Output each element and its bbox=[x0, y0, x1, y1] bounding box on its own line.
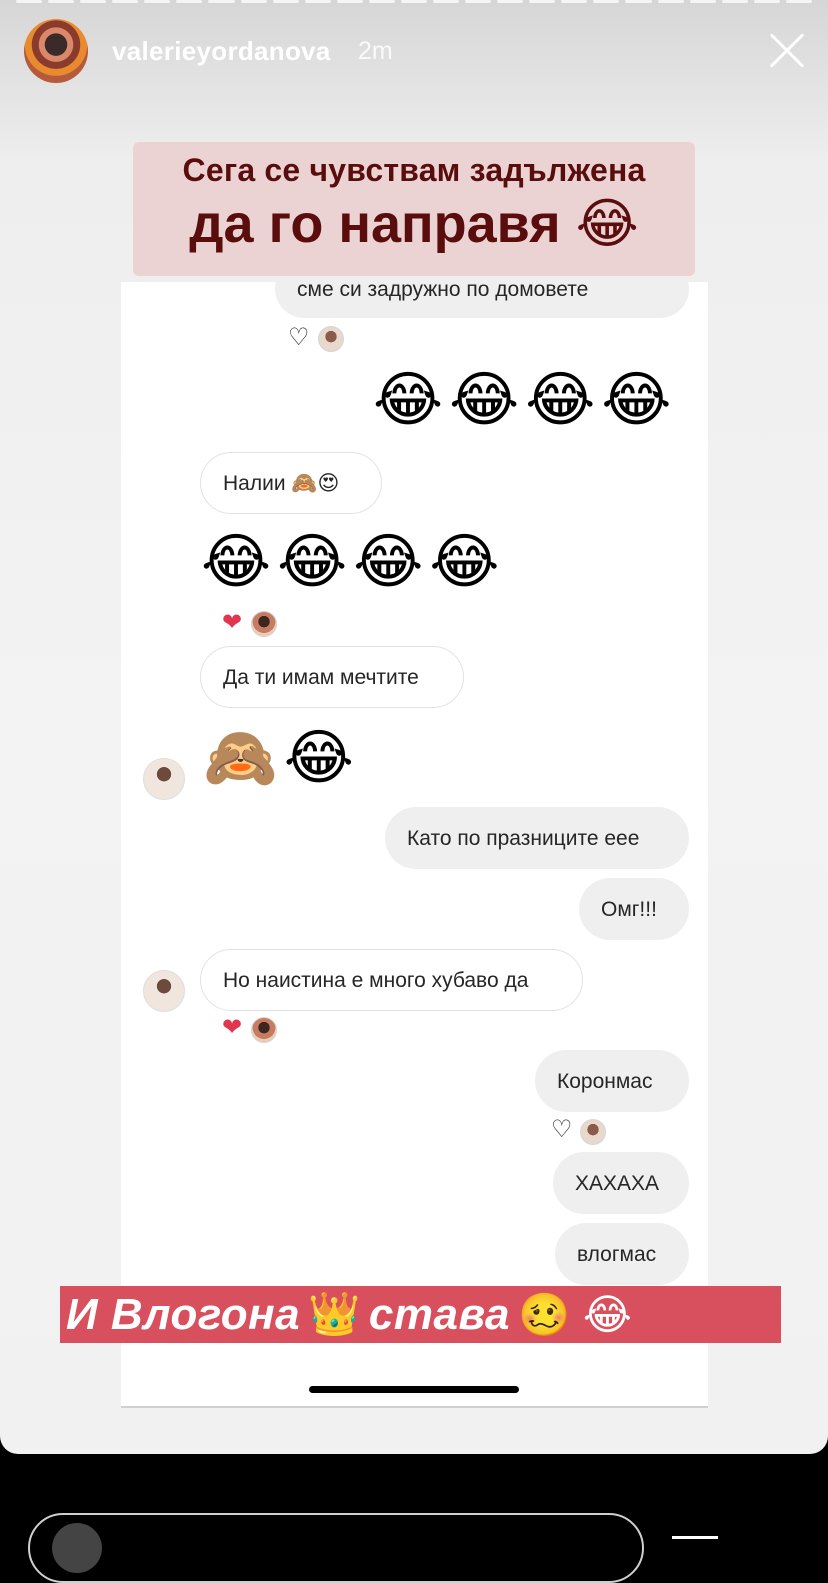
progress-segment bbox=[336, 0, 363, 3]
bottom-text-sticker: И Влогона 👑 става 🥴 😂 bbox=[60, 1286, 781, 1343]
message-incoming: Налии 🙈😍 bbox=[200, 452, 382, 514]
reaction-avatar bbox=[318, 326, 344, 352]
profile-username[interactable]: valerieyordanova bbox=[112, 36, 331, 67]
story-progress-bar bbox=[16, 0, 812, 4]
progress-segment bbox=[304, 0, 331, 3]
reply-input[interactable] bbox=[28, 1513, 644, 1583]
progress-segment bbox=[176, 0, 203, 3]
emoji-message-incoming: 😂😂😂😂 bbox=[201, 528, 506, 595]
message-outgoing: ХАХАХА bbox=[553, 1152, 689, 1214]
progress-segment bbox=[368, 0, 395, 3]
bottom-sticker-text2: става bbox=[368, 1289, 510, 1339]
top-text-sticker: Сега се чувствам задължена да го направя… bbox=[133, 142, 695, 276]
progress-segment bbox=[208, 0, 235, 3]
progress-segment bbox=[80, 0, 107, 3]
emoji-message-incoming: 🙈😂 bbox=[203, 724, 360, 791]
progress-segment bbox=[721, 0, 748, 3]
top-sticker-line1: Сега се чувствам задължена bbox=[182, 152, 646, 188]
story-time: 2m bbox=[358, 37, 393, 65]
progress-segment bbox=[785, 0, 812, 3]
crown-emoji: 👑 bbox=[308, 1290, 361, 1337]
progress-segment bbox=[144, 0, 171, 3]
send-icon[interactable] bbox=[672, 1536, 718, 1549]
progress-segment bbox=[240, 0, 267, 3]
heart-outline-icon: ♡ bbox=[551, 1116, 573, 1143]
progress-segment bbox=[465, 0, 492, 3]
progress-segment bbox=[497, 0, 524, 3]
heart-filled-icon: ❤ bbox=[222, 609, 243, 636]
progress-segment bbox=[272, 0, 299, 3]
progress-segment bbox=[561, 0, 588, 3]
top-sticker-line2: да го направя 😂 bbox=[189, 194, 639, 254]
progress-segment bbox=[625, 0, 652, 3]
reaction-avatar bbox=[251, 611, 277, 637]
message-incoming: Да ти имам мечтите bbox=[200, 646, 464, 708]
message-outgoing: Като по празниците еее bbox=[385, 807, 689, 869]
progress-segment bbox=[16, 0, 43, 3]
progress-segment bbox=[400, 0, 428, 3]
camera-icon[interactable] bbox=[52, 1523, 102, 1573]
progress-segment bbox=[593, 0, 620, 3]
sender-avatar bbox=[143, 970, 185, 1012]
message-outgoing: Омг!!! bbox=[579, 878, 689, 940]
heart-outline-icon: ♡ bbox=[288, 324, 310, 351]
story-frame: valerieyordanova 2m Сега се чувствам зад… bbox=[0, 0, 828, 1454]
reaction-avatar bbox=[580, 1119, 606, 1145]
home-indicator bbox=[309, 1386, 519, 1393]
profile-avatar[interactable] bbox=[24, 19, 88, 83]
emoji-message-outgoing: 😂😂😂😂 bbox=[373, 366, 678, 433]
message-outgoing: сме си задружно по домовете bbox=[275, 282, 689, 318]
close-icon[interactable] bbox=[766, 30, 808, 72]
progress-segment bbox=[48, 0, 75, 3]
progress-segment bbox=[689, 0, 716, 3]
chat-screenshot: сме си задружно по домовете ♡ 😂😂😂😂 Налии… bbox=[121, 282, 708, 1408]
progress-segment bbox=[112, 0, 139, 3]
message-incoming: Но наистина е много хубаво да bbox=[200, 949, 583, 1011]
progress-segment bbox=[433, 0, 460, 3]
message-outgoing: влогмас bbox=[555, 1223, 689, 1285]
bottom-sticker-emoji: 🥴 😂 bbox=[517, 1290, 633, 1338]
message-outgoing: Коронмас bbox=[535, 1050, 689, 1112]
progress-segment bbox=[529, 0, 556, 3]
bottom-sticker-text: И Влогона bbox=[66, 1289, 301, 1339]
sender-avatar bbox=[143, 758, 185, 800]
progress-segment bbox=[753, 0, 780, 3]
heart-filled-icon: ❤ bbox=[222, 1014, 243, 1041]
progress-segment bbox=[657, 0, 684, 3]
reaction-avatar bbox=[251, 1017, 277, 1043]
